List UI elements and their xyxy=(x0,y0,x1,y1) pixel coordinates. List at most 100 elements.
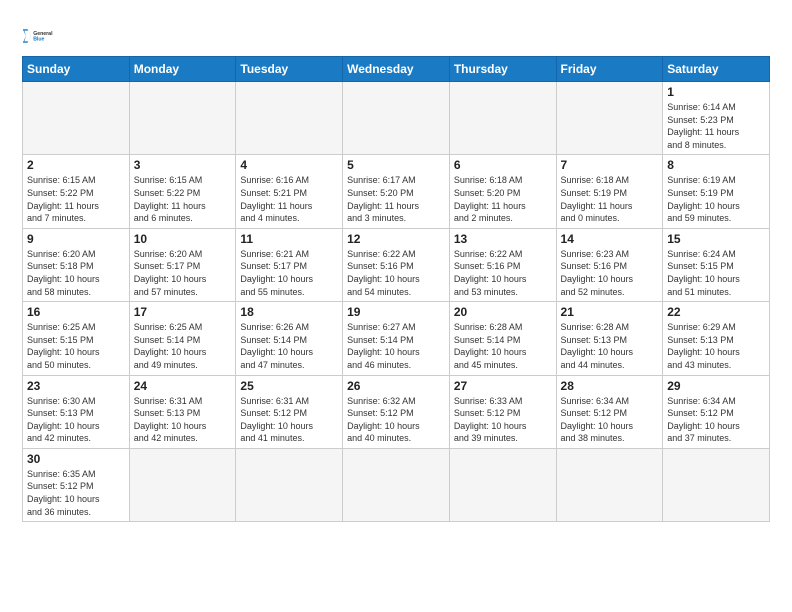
calendar-day: 15Sunrise: 6:24 AM Sunset: 5:15 PM Dayli… xyxy=(663,228,770,301)
calendar-day: 9 Sunrise: 6:20 AM Sunset: 5:18 PM Daylig… xyxy=(23,228,130,301)
logo: GeneralBlue xyxy=(22,22,54,50)
day-info: Sunrise: 6:33 AM Sunset: 5:12 PM Dayligh… xyxy=(454,395,552,445)
calendar-day xyxy=(449,82,556,155)
calendar-day: 20 Sunrise: 6:28 AM Sunset: 5:14 PM Dayli… xyxy=(449,302,556,375)
weekday-header-tuesday: Tuesday xyxy=(236,57,343,82)
calendar-day: 2Sunrise: 6:15 AM Sunset: 5:22 PM Daylig… xyxy=(23,155,130,228)
weekday-header-sunday: Sunday xyxy=(23,57,130,82)
day-info: Sunrise: 6:24 AM Sunset: 5:15 PM Dayligh… xyxy=(667,248,765,298)
day-number: 24 xyxy=(134,379,232,393)
day-number: 9 xyxy=(27,232,125,246)
day-info: Sunrise: 6:18 AM Sunset: 5:20 PM Dayligh… xyxy=(454,174,552,224)
day-number: 11 xyxy=(240,232,338,246)
day-number: 26 xyxy=(347,379,445,393)
calendar-day xyxy=(449,448,556,521)
calendar-table: SundayMondayTuesdayWednesdayThursdayFrid… xyxy=(22,56,770,522)
day-number: 27 xyxy=(454,379,552,393)
calendar-day: 16Sunrise: 6:25 AM Sunset: 5:15 PM Dayli… xyxy=(23,302,130,375)
day-info: Sunrise: 6:17 AM Sunset: 5:20 PM Dayligh… xyxy=(347,174,445,224)
day-number: 19 xyxy=(347,305,445,319)
day-info: Sunrise: 6:19 AM Sunset: 5:19 PM Dayligh… xyxy=(667,174,765,224)
day-number: 4 xyxy=(240,158,338,172)
calendar-day: 23 Sunrise: 6:30 AM Sunset: 5:13 PM Dayli… xyxy=(23,375,130,448)
calendar-day: 22 Sunrise: 6:29 AM Sunset: 5:13 PM Dayli… xyxy=(663,302,770,375)
calendar-day: 10 Sunrise: 6:20 AM Sunset: 5:17 PM Dayli… xyxy=(129,228,236,301)
day-info: Sunrise: 6:25 AM Sunset: 5:14 PM Dayligh… xyxy=(134,321,232,371)
day-number: 6 xyxy=(454,158,552,172)
day-number: 12 xyxy=(347,232,445,246)
day-info: Sunrise: 6:20 AM Sunset: 5:18 PM Dayligh… xyxy=(27,248,125,298)
calendar-day: 7Sunrise: 6:18 AM Sunset: 5:19 PM Daylig… xyxy=(556,155,663,228)
day-number: 2 xyxy=(27,158,125,172)
day-info: Sunrise: 6:16 AM Sunset: 5:21 PM Dayligh… xyxy=(240,174,338,224)
day-number: 20 xyxy=(454,305,552,319)
day-info: Sunrise: 6:25 AM Sunset: 5:15 PM Dayligh… xyxy=(27,321,125,371)
day-number: 28 xyxy=(561,379,659,393)
calendar-day: 18 Sunrise: 6:26 AM Sunset: 5:14 PM Dayli… xyxy=(236,302,343,375)
day-info: Sunrise: 6:31 AM Sunset: 5:13 PM Dayligh… xyxy=(134,395,232,445)
weekday-header-wednesday: Wednesday xyxy=(343,57,450,82)
calendar-day: 12 Sunrise: 6:22 AM Sunset: 5:16 PM Dayli… xyxy=(343,228,450,301)
calendar-day xyxy=(236,82,343,155)
header-area: GeneralBlue xyxy=(22,18,770,50)
calendar-day: 27 Sunrise: 6:33 AM Sunset: 5:12 PM Dayli… xyxy=(449,375,556,448)
calendar-day: 28 Sunrise: 6:34 AM Sunset: 5:12 PM Dayli… xyxy=(556,375,663,448)
day-info: Sunrise: 6:28 AM Sunset: 5:14 PM Dayligh… xyxy=(454,321,552,371)
calendar-day: 19 Sunrise: 6:27 AM Sunset: 5:14 PM Dayli… xyxy=(343,302,450,375)
calendar-day xyxy=(343,82,450,155)
calendar-day xyxy=(129,82,236,155)
calendar-day: 29 Sunrise: 6:34 AM Sunset: 5:12 PM Dayli… xyxy=(663,375,770,448)
day-info: Sunrise: 6:34 AM Sunset: 5:12 PM Dayligh… xyxy=(667,395,765,445)
calendar-day xyxy=(663,448,770,521)
day-info: Sunrise: 6:31 AM Sunset: 5:12 PM Dayligh… xyxy=(240,395,338,445)
day-number: 10 xyxy=(134,232,232,246)
calendar-day: 11 Sunrise: 6:21 AM Sunset: 5:17 PM Dayli… xyxy=(236,228,343,301)
day-info: Sunrise: 6:18 AM Sunset: 5:19 PM Dayligh… xyxy=(561,174,659,224)
day-info: Sunrise: 6:29 AM Sunset: 5:13 PM Dayligh… xyxy=(667,321,765,371)
calendar-day: 6 Sunrise: 6:18 AM Sunset: 5:20 PM Daylig… xyxy=(449,155,556,228)
calendar-week-row: 30 Sunrise: 6:35 AM Sunset: 5:12 PM Dayli… xyxy=(23,448,770,521)
day-info: Sunrise: 6:26 AM Sunset: 5:14 PM Dayligh… xyxy=(240,321,338,371)
day-number: 30 xyxy=(27,452,125,466)
day-info: Sunrise: 6:28 AM Sunset: 5:13 PM Dayligh… xyxy=(561,321,659,371)
weekday-header-thursday: Thursday xyxy=(449,57,556,82)
weekday-header-row: SundayMondayTuesdayWednesdayThursdayFrid… xyxy=(23,57,770,82)
svg-text:Blue: Blue xyxy=(33,36,44,42)
calendar-day: 30 Sunrise: 6:35 AM Sunset: 5:12 PM Dayli… xyxy=(23,448,130,521)
day-info: Sunrise: 6:27 AM Sunset: 5:14 PM Dayligh… xyxy=(347,321,445,371)
day-number: 22 xyxy=(667,305,765,319)
calendar-day xyxy=(129,448,236,521)
calendar-day: 1Sunrise: 6:14 AM Sunset: 5:23 PM Daylig… xyxy=(663,82,770,155)
calendar-week-row: 2Sunrise: 6:15 AM Sunset: 5:22 PM Daylig… xyxy=(23,155,770,228)
day-info: Sunrise: 6:22 AM Sunset: 5:16 PM Dayligh… xyxy=(454,248,552,298)
day-number: 23 xyxy=(27,379,125,393)
day-info: Sunrise: 6:34 AM Sunset: 5:12 PM Dayligh… xyxy=(561,395,659,445)
day-info: Sunrise: 6:35 AM Sunset: 5:12 PM Dayligh… xyxy=(27,468,125,518)
weekday-header-saturday: Saturday xyxy=(663,57,770,82)
day-number: 8 xyxy=(667,158,765,172)
calendar-week-row: 9 Sunrise: 6:20 AM Sunset: 5:18 PM Daylig… xyxy=(23,228,770,301)
calendar-week-row: 1Sunrise: 6:14 AM Sunset: 5:23 PM Daylig… xyxy=(23,82,770,155)
calendar-day xyxy=(343,448,450,521)
day-number: 29 xyxy=(667,379,765,393)
svg-text:General: General xyxy=(33,31,53,37)
day-number: 3 xyxy=(134,158,232,172)
day-number: 13 xyxy=(454,232,552,246)
day-number: 17 xyxy=(134,305,232,319)
calendar-day: 26 Sunrise: 6:32 AM Sunset: 5:12 PM Dayli… xyxy=(343,375,450,448)
calendar-day: 25 Sunrise: 6:31 AM Sunset: 5:12 PM Dayli… xyxy=(236,375,343,448)
calendar-day xyxy=(556,82,663,155)
calendar-day: 13 Sunrise: 6:22 AM Sunset: 5:16 PM Dayli… xyxy=(449,228,556,301)
day-number: 18 xyxy=(240,305,338,319)
calendar-day: 14Sunrise: 6:23 AM Sunset: 5:16 PM Dayli… xyxy=(556,228,663,301)
day-info: Sunrise: 6:32 AM Sunset: 5:12 PM Dayligh… xyxy=(347,395,445,445)
day-info: Sunrise: 6:20 AM Sunset: 5:17 PM Dayligh… xyxy=(134,248,232,298)
day-info: Sunrise: 6:14 AM Sunset: 5:23 PM Dayligh… xyxy=(667,101,765,151)
calendar-day xyxy=(556,448,663,521)
day-info: Sunrise: 6:22 AM Sunset: 5:16 PM Dayligh… xyxy=(347,248,445,298)
day-number: 25 xyxy=(240,379,338,393)
weekday-header-friday: Friday xyxy=(556,57,663,82)
day-info: Sunrise: 6:30 AM Sunset: 5:13 PM Dayligh… xyxy=(27,395,125,445)
calendar-day: 5Sunrise: 6:17 AM Sunset: 5:20 PM Daylig… xyxy=(343,155,450,228)
day-info: Sunrise: 6:21 AM Sunset: 5:17 PM Dayligh… xyxy=(240,248,338,298)
